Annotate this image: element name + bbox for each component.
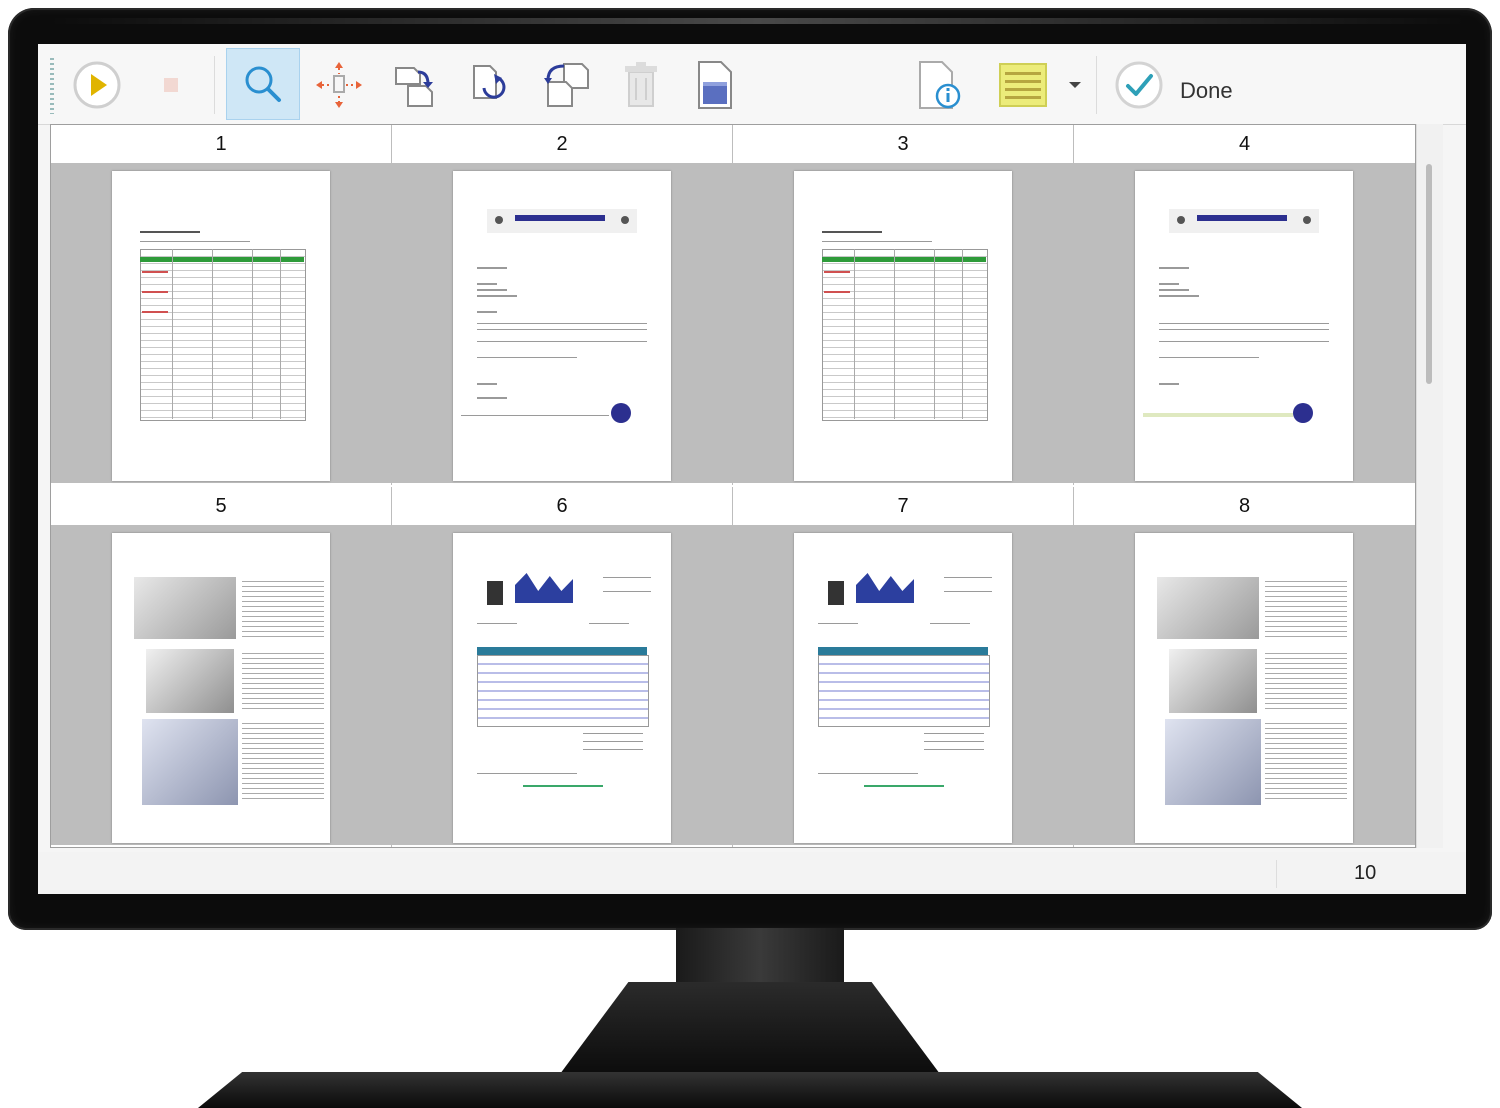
page-count: 10 — [1354, 862, 1377, 884]
page-image-invoice — [453, 533, 671, 843]
page-thumbnail[interactable]: 6 — [392, 487, 733, 847]
page-number: 7 — [733, 487, 1073, 525]
page-info-icon — [919, 61, 961, 109]
done-label[interactable]: Done — [1180, 78, 1233, 104]
dropdown-arrow-icon — [1069, 82, 1081, 88]
page-button[interactable] — [680, 52, 750, 118]
page-image-letter — [1135, 171, 1353, 481]
barcode-button[interactable] — [988, 52, 1058, 118]
toolbar: Done — [38, 44, 1466, 125]
page-number: 1 — [51, 125, 391, 163]
page-thumbnail[interactable]: 5 — [51, 487, 392, 847]
toolbar-grip[interactable] — [50, 58, 54, 114]
monitor-stand — [560, 982, 940, 1074]
monitor-neck — [676, 928, 844, 986]
done-button[interactable] — [1104, 52, 1174, 118]
status-bar — [38, 852, 1466, 894]
monitor-base — [198, 1072, 1302, 1108]
delete-icon — [625, 62, 657, 107]
page-image-table — [112, 171, 330, 481]
page-number: 6 — [392, 487, 732, 525]
page-number: 3 — [733, 125, 1073, 163]
page-number: 4 — [1074, 125, 1415, 163]
barcode-dropdown-button[interactable] — [1060, 52, 1090, 118]
page-image-letter — [453, 171, 671, 481]
page-thumbnail[interactable]: 4 — [1074, 125, 1415, 485]
page-info-button[interactable] — [904, 52, 974, 118]
delete-button[interactable] — [606, 52, 676, 118]
page-thumbnail[interactable]: 7 — [733, 487, 1074, 847]
play-button[interactable] — [62, 52, 132, 118]
page-image-brochure — [1135, 533, 1353, 843]
stop-icon — [164, 78, 178, 92]
page-thumbnail[interactable]: 3 — [733, 125, 1074, 485]
play-icon — [73, 61, 121, 109]
stop-button[interactable] — [136, 52, 206, 118]
page-image-table — [794, 171, 1012, 481]
page-image-invoice — [794, 533, 1012, 843]
rotate-left-button[interactable] — [456, 52, 526, 118]
zoom-button[interactable] — [226, 48, 300, 120]
page-number: 8 — [1074, 487, 1415, 525]
move-icon — [316, 62, 362, 108]
page-number: 2 — [392, 125, 732, 163]
checkmark-icon — [1115, 61, 1163, 109]
rotate-right-button[interactable] — [380, 52, 450, 118]
rotate-left-icon — [473, 65, 506, 99]
rotate-right-icon — [395, 67, 433, 107]
page-number: 5 — [51, 487, 391, 525]
rotate-180-button[interactable] — [532, 52, 602, 118]
page-image-brochure — [112, 533, 330, 843]
app-window: Done 1 2 3 4 5 6 7 8 10 — [38, 44, 1466, 894]
page-icon — [698, 61, 732, 109]
page-thumbnail[interactable]: 1 — [51, 125, 392, 485]
page-thumbnail[interactable]: 2 — [392, 125, 733, 485]
move-button[interactable] — [304, 52, 374, 118]
page-thumbnail[interactable]: 8 — [1074, 487, 1415, 847]
zoom-icon — [245, 66, 281, 102]
scrollbar-thumb[interactable] — [1426, 164, 1432, 384]
rotate-180-icon — [544, 63, 589, 107]
barcode-icon — [999, 63, 1047, 107]
thumbnail-grid: 1 2 3 4 5 6 7 8 — [50, 124, 1416, 848]
